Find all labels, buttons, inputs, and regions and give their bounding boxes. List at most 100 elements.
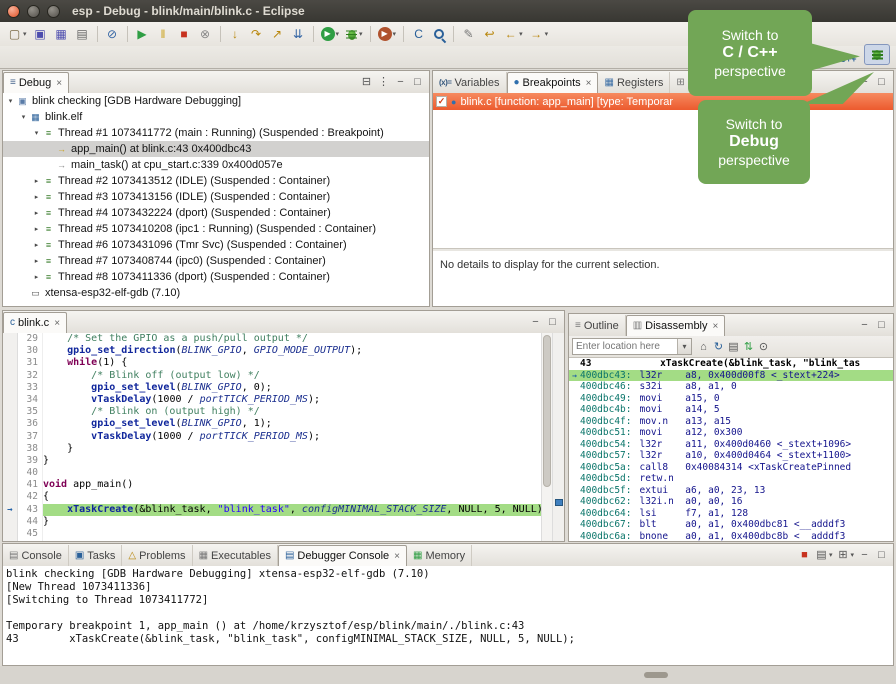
- debug-tree-item[interactable]: ▾≡Thread #1 1073411772 (main : Running) …: [3, 125, 429, 141]
- terminate-icon[interactable]: ■: [797, 546, 812, 564]
- maximize-icon[interactable]: □: [874, 316, 889, 334]
- scrollbar-thumb[interactable]: [543, 335, 551, 487]
- close-tab-icon[interactable]: ×: [586, 78, 592, 89]
- tab-outline[interactable]: ≡Outline: [569, 315, 626, 336]
- new-c-project-icon[interactable]: C: [409, 24, 428, 44]
- minimize-icon[interactable]: −: [528, 313, 543, 331]
- step-return-icon[interactable]: ↗: [268, 24, 287, 44]
- overview-ruler[interactable]: [552, 333, 564, 541]
- show-source-icon[interactable]: ▤: [726, 338, 741, 356]
- tab-registers[interactable]: ▦Registers: [598, 72, 670, 93]
- save-icon[interactable]: ▣: [31, 24, 50, 44]
- tab-breakpoints[interactable]: ●Breakpoints×: [507, 72, 599, 94]
- maximize-icon[interactable]: □: [874, 546, 889, 564]
- tab-blink-c[interactable]: cblink.c×: [3, 312, 67, 334]
- suspend-icon[interactable]: ‖: [154, 24, 173, 44]
- horizontal-scrollbar-thumb[interactable]: [644, 672, 668, 678]
- minimize-icon[interactable]: −: [857, 546, 872, 564]
- debug-tree-item[interactable]: ▸≡Thread #8 1073411336 (dport) (Suspende…: [3, 269, 429, 285]
- step-into-icon[interactable]: ↓: [226, 24, 245, 44]
- last-edit-location-icon[interactable]: ↩: [480, 24, 499, 44]
- expand-icon[interactable]: ▸: [31, 225, 42, 233]
- tab-tasks[interactable]: ▣Tasks: [69, 545, 123, 566]
- console-output[interactable]: blink checking [GDB Hardware Debugging] …: [3, 566, 893, 665]
- close-tab-icon[interactable]: ×: [394, 551, 400, 562]
- debug-tree-item[interactable]: ▸≡Thread #5 1073410208 (ipc1 : Running) …: [3, 221, 429, 237]
- collapse-icon[interactable]: ▾: [18, 113, 29, 121]
- tab-executables[interactable]: ▦Executables: [193, 545, 278, 566]
- debug-tree-item[interactable]: →app_main() at blink.c:43 0x400dbc43: [3, 141, 429, 157]
- window-maximize-button[interactable]: [47, 5, 60, 18]
- overview-marker[interactable]: [555, 499, 563, 506]
- debug-tree-item[interactable]: ▸≡Thread #7 1073408744 (ipc0) (Suspended…: [3, 253, 429, 269]
- collapse-all-icon[interactable]: ⊟: [359, 73, 374, 91]
- tab-debug[interactable]: ≡Debug×: [3, 72, 69, 94]
- debug-tree-item[interactable]: ▸≡Thread #3 1073413156 (IDLE) (Suspended…: [3, 189, 429, 205]
- expand-icon[interactable]: ▸: [31, 257, 42, 265]
- collapse-icon[interactable]: ▾: [31, 129, 42, 137]
- open-console-icon[interactable]: ⊞▾: [835, 546, 855, 564]
- expand-icon[interactable]: ▸: [31, 177, 42, 185]
- annotation-ruler[interactable]: →: [3, 333, 18, 541]
- tab-problems[interactable]: △Problems: [122, 545, 192, 566]
- code-area[interactable]: /* Set the GPIO as a push/pull output */…: [43, 333, 541, 541]
- collapse-icon[interactable]: ▾: [5, 97, 16, 105]
- print-icon[interactable]: ▤: [73, 24, 92, 44]
- search-icon[interactable]: [430, 24, 448, 44]
- location-combo[interactable]: ▾: [572, 338, 692, 355]
- new-wizard-icon[interactable]: ▢▾: [5, 24, 29, 44]
- editor-vertical-scrollbar[interactable]: [541, 333, 552, 541]
- minimize-icon[interactable]: −: [857, 316, 872, 334]
- breakpoint-checkbox[interactable]: ✓: [436, 96, 447, 107]
- instruction-stepping-icon[interactable]: ⇊: [289, 24, 308, 44]
- close-tab-icon[interactable]: ×: [713, 321, 719, 332]
- combo-dropdown-icon[interactable]: ▾: [677, 339, 691, 354]
- mark-occurrences-icon[interactable]: ✎: [459, 24, 478, 44]
- display-selected-console-icon[interactable]: ▤▾: [814, 546, 834, 564]
- debug-tree-item[interactable]: →main_task() at cpu_start.c:339 0x400d05…: [3, 157, 429, 173]
- save-all-icon[interactable]: ▦: [52, 24, 71, 44]
- debug-tree-item[interactable]: ▾▣blink checking [GDB Hardware Debugging…: [3, 93, 429, 109]
- debug-tree-item[interactable]: ▸≡Thread #4 1073432224 (dport) (Suspende…: [3, 205, 429, 221]
- pin-view-icon[interactable]: ⊙: [756, 338, 771, 356]
- maximize-icon[interactable]: □: [545, 313, 560, 331]
- terminate-icon[interactable]: ■: [175, 24, 194, 44]
- close-tab-icon[interactable]: ×: [56, 78, 62, 89]
- maximize-icon[interactable]: □: [874, 73, 889, 91]
- disassembly-listing[interactable]: 43 xTaskCreate(&blink_task, "blink_tas→4…: [569, 358, 893, 541]
- external-tools-icon[interactable]: ▶▾: [376, 24, 399, 44]
- skip-all-breakpoints-icon[interactable]: ⊘: [103, 24, 122, 44]
- debug-tree-item[interactable]: ▸≡Thread #6 1073431096 (Tmr Svc) (Suspen…: [3, 237, 429, 253]
- view-menu-icon[interactable]: ⋮: [376, 73, 391, 91]
- tab-variables[interactable]: (x)=Variables: [433, 72, 507, 93]
- minimize-icon[interactable]: −: [393, 73, 408, 91]
- location-input[interactable]: [573, 340, 677, 353]
- close-tab-icon[interactable]: ×: [54, 318, 60, 329]
- breakpoints-list[interactable]: ✓ ● blink.c [function: app_main] [type: …: [433, 93, 893, 306]
- debug-tree-item[interactable]: ▾▦blink.elf: [3, 109, 429, 125]
- refresh-icon[interactable]: ↻: [711, 338, 726, 356]
- window-minimize-button[interactable]: [27, 5, 40, 18]
- tab-disassembly[interactable]: ▥Disassembly×: [626, 315, 726, 337]
- expand-icon[interactable]: ▸: [31, 209, 42, 217]
- forward-icon[interactable]: →▾: [527, 24, 551, 44]
- goto-home-icon[interactable]: ⌂: [696, 338, 711, 356]
- back-icon[interactable]: ←▾: [501, 24, 525, 44]
- disconnect-icon[interactable]: ⊗: [196, 24, 215, 44]
- debug-tree-item[interactable]: ▸≡Thread #2 1073413512 (IDLE) (Suspended…: [3, 173, 429, 189]
- tab-memory[interactable]: ▦Memory: [407, 545, 472, 566]
- step-over-icon[interactable]: ↷: [247, 24, 266, 44]
- tab-console[interactable]: ▤Console: [3, 545, 69, 566]
- code-editor[interactable]: → 2930313233343536373839404142434445 /* …: [3, 333, 564, 541]
- debug-tree[interactable]: ▾▣blink checking [GDB Hardware Debugging…: [3, 93, 429, 306]
- run-icon[interactable]: ▶▾: [319, 24, 342, 44]
- expand-icon[interactable]: ▸: [31, 193, 42, 201]
- expand-icon[interactable]: ▸: [31, 273, 42, 281]
- sync-selection-icon[interactable]: ⇅: [741, 338, 756, 356]
- expand-icon[interactable]: ▸: [31, 241, 42, 249]
- debug-perspective[interactable]: [864, 44, 890, 65]
- maximize-icon[interactable]: □: [410, 73, 425, 91]
- window-close-button[interactable]: [7, 5, 20, 18]
- debug-tree-item[interactable]: ▭xtensa-esp32-elf-gdb (7.10): [3, 285, 429, 301]
- tab-debugger-console[interactable]: ▤Debugger Console×: [278, 545, 407, 567]
